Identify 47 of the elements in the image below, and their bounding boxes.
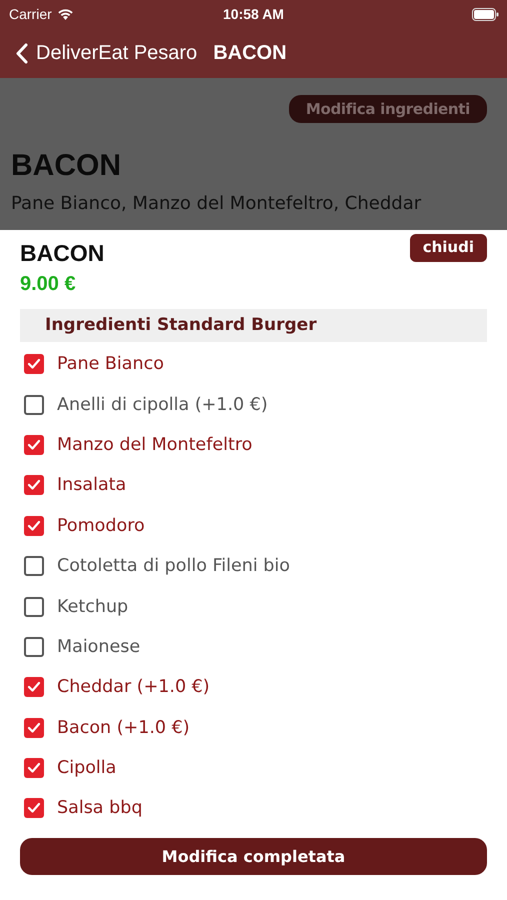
checkbox[interactable] (24, 354, 44, 374)
section-header: Ingredienti Standard Burger (20, 309, 487, 342)
checkmark-icon (27, 438, 41, 451)
close-button[interactable]: chiudi (410, 234, 487, 262)
page-title: BACON (11, 149, 122, 183)
checkbox[interactable] (24, 798, 44, 818)
ingredient-label: Cipolla (57, 758, 116, 778)
checkmark-icon (27, 520, 41, 532)
checkbox[interactable] (24, 394, 44, 415)
checkmark-icon (27, 802, 41, 814)
ingredient-label: Pane Bianco (57, 354, 164, 374)
checkbox[interactable] (24, 434, 44, 455)
checkbox[interactable] (24, 475, 44, 496)
checkmark-icon (27, 358, 41, 370)
back-chevron-icon (15, 42, 28, 64)
ingredient-label: Maionese (57, 636, 140, 657)
checkbox[interactable] (24, 758, 44, 778)
edit-ingredients-button[interactable]: Modifica ingredienti (288, 95, 487, 123)
checkmark-icon (27, 479, 41, 492)
ingredient-label: Salsa bbq (57, 798, 142, 818)
checkbox[interactable] (24, 718, 44, 738)
checkmark-icon (27, 722, 41, 734)
checkbox[interactable] (24, 556, 44, 576)
ingredient-label: Cotoletta di pollo Fileni bio (57, 556, 290, 576)
ingredient-label: Anelli di cipolla (+1.0 €) (57, 394, 268, 415)
ingredient-label: Pomodoro (57, 516, 145, 536)
ingredients-text: Pane Bianco, Manzo del Montefeltro, Cheddar (11, 193, 422, 214)
ingredient-label: Bacon (+1.0 €) (57, 718, 190, 738)
carrier-label: Carrier (9, 6, 52, 22)
ingredient-label: Manzo del Montefeltro (57, 434, 252, 455)
ingredient-label: Ketchup (57, 596, 128, 617)
checkbox[interactable] (24, 677, 44, 698)
ingredient-label: Cheddar (+1.0 €) (57, 677, 210, 698)
nav-title: BACON (213, 42, 287, 64)
done-button[interactable]: Modifica completata (20, 838, 487, 875)
back-button[interactable]: DeliverEat Pesaro (15, 42, 198, 64)
price-label: 9.00 € (20, 273, 77, 296)
clock-time: 10:58 AM (223, 6, 284, 22)
checkbox[interactable] (24, 596, 44, 617)
checkbox[interactable] (24, 516, 44, 536)
battery-icon (472, 8, 499, 20)
wifi-icon (56, 8, 74, 20)
checkmark-icon (27, 681, 41, 694)
ingredient-label: Insalata (57, 475, 126, 496)
checkbox[interactable] (24, 636, 44, 657)
checkmark-icon (27, 762, 41, 774)
sheet-title: BACON (20, 240, 104, 267)
